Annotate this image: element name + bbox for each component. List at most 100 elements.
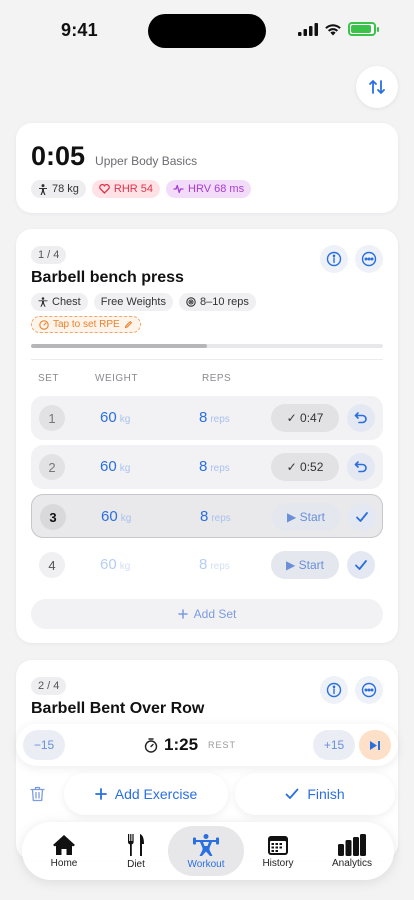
- undo-set-button[interactable]: [347, 404, 375, 432]
- set-row[interactable]: 2 60 kg 8 reps ✓ 0:52: [31, 445, 383, 489]
- tab-label: Analytics: [331, 857, 372, 869]
- exercise-more-button[interactable]: [355, 676, 383, 704]
- hrv-value: HRV 68 ms: [188, 183, 245, 195]
- column-header-weight: WEIGHT: [95, 373, 138, 384]
- rhr-chip[interactable]: RHR 54: [91, 180, 161, 198]
- column-header-reps: REPS: [202, 373, 232, 384]
- set-reps-value: 8: [199, 556, 208, 573]
- stopwatch-icon: [144, 737, 158, 753]
- set-weight[interactable]: 60 kg: [101, 508, 131, 525]
- set-reps[interactable]: 8 reps: [200, 508, 231, 525]
- exercise-info-button[interactable]: [320, 676, 348, 704]
- set-weight-unit: kg: [119, 414, 131, 425]
- complete-set-button[interactable]: [348, 503, 376, 531]
- skip-rest-button[interactable]: [359, 730, 391, 760]
- delete-workout-button[interactable]: [20, 777, 54, 811]
- exercise-more-button[interactable]: [355, 245, 383, 273]
- exercise-progress-bar: [31, 344, 383, 348]
- set-reps[interactable]: 8 reps: [199, 409, 230, 426]
- hrv-chip[interactable]: HRV 68 ms: [166, 180, 252, 198]
- battery-icon: [348, 22, 379, 36]
- exercise-progress-fill: [31, 344, 207, 348]
- set-weight-value: 60: [101, 508, 118, 525]
- heart-icon: [99, 184, 110, 194]
- tab-label: History: [262, 857, 294, 869]
- set-reps-value: 8: [199, 458, 208, 475]
- set-reps-unit: reps: [210, 414, 230, 425]
- rep-range-tag: 8–10 reps: [178, 293, 256, 311]
- workout-name: Upper Body Basics: [95, 154, 198, 168]
- status-bar: 9:41: [0, 0, 414, 56]
- rest-minus-button[interactable]: −15: [23, 730, 65, 760]
- ellipsis-circle-icon: [361, 682, 377, 698]
- pencil-icon: [124, 320, 132, 329]
- equipment-tag: Free Weights: [93, 293, 173, 311]
- skip-forward-icon: [370, 740, 380, 750]
- undo-set-button[interactable]: [347, 453, 375, 481]
- wifi-icon: [325, 23, 341, 35]
- body-weight-chip[interactable]: 78 kg: [31, 180, 86, 198]
- tab-label: Workout: [187, 858, 225, 870]
- checkmark-icon: [285, 788, 299, 799]
- column-header-set: SET: [38, 373, 59, 384]
- weightlifter-icon: [193, 833, 219, 856]
- tab-history[interactable]: History: [240, 826, 316, 876]
- add-set-button[interactable]: Add Set: [31, 599, 383, 629]
- ellipsis-circle-icon: [361, 251, 377, 267]
- add-set-label: Add Set: [193, 607, 237, 621]
- exercise-info-button[interactable]: [320, 245, 348, 273]
- set-weight-value: 60: [100, 409, 117, 426]
- signal-icon: [298, 22, 318, 36]
- dynamic-island: [148, 14, 266, 48]
- equipment-tag-label: Free Weights: [100, 296, 166, 308]
- set-reps-unit: reps: [210, 463, 230, 474]
- tab-analytics[interactable]: Analytics: [314, 826, 390, 876]
- finish-workout-button[interactable]: Finish: [235, 773, 395, 815]
- set-rest-time-pill[interactable]: ✓ 0:52: [271, 453, 339, 481]
- complete-set-button[interactable]: [347, 551, 375, 579]
- rhr-value: RHR 54: [113, 183, 154, 195]
- set-weight[interactable]: 60 kg: [100, 556, 130, 573]
- rpe-button[interactable]: Tap to set RPE: [31, 316, 141, 333]
- figure-icon: [38, 297, 48, 307]
- rest-time: 1:25: [164, 735, 199, 754]
- set-weight[interactable]: 60 kg: [100, 458, 130, 475]
- set-row-pending[interactable]: 4 60 kg 8 reps ▶ Start: [31, 543, 383, 587]
- set-reps[interactable]: 8 reps: [199, 556, 230, 573]
- bar-chart-icon: [338, 833, 366, 856]
- set-reps-unit: reps: [210, 561, 230, 572]
- elapsed-time: 0:05: [31, 141, 86, 171]
- undo-icon: [354, 461, 367, 473]
- set-number: 2: [39, 454, 65, 480]
- rest-timer-bar: −15 1:25 REST +15: [16, 724, 398, 766]
- info-icon: [326, 682, 342, 698]
- muscle-tag: Chest: [31, 293, 88, 311]
- start-set-button[interactable]: ▶ Start: [272, 503, 340, 531]
- start-set-button[interactable]: ▶ Start: [271, 551, 339, 579]
- add-exercise-button[interactable]: Add Exercise: [64, 773, 228, 815]
- muscle-tag-label: Chest: [52, 296, 81, 308]
- tab-home[interactable]: Home: [26, 826, 102, 876]
- set-number: 3: [40, 504, 66, 530]
- plus-icon: [177, 609, 188, 619]
- tab-label: Home: [50, 857, 78, 869]
- set-row-active[interactable]: 3 60 kg 8 reps ▶ Start: [31, 494, 383, 538]
- rpe-label: Tap to set RPE: [53, 319, 120, 330]
- rest-plus-button[interactable]: +15: [313, 730, 355, 760]
- set-row[interactable]: 1 60 kg 8 reps ✓ 0:47: [31, 396, 383, 440]
- add-exercise-label: Add Exercise: [114, 786, 198, 802]
- checkmark-icon: [356, 512, 368, 522]
- tab-diet[interactable]: Diet: [98, 826, 174, 876]
- set-rest-time-pill[interactable]: ✓ 0:47: [271, 404, 339, 432]
- tab-workout[interactable]: Workout: [168, 826, 244, 876]
- set-weight-value: 60: [100, 458, 117, 475]
- set-weight[interactable]: 60 kg: [100, 409, 130, 426]
- plus-icon: [94, 788, 107, 800]
- set-weight-value: 60: [100, 556, 117, 573]
- house-icon: [53, 834, 75, 855]
- tab-bar: Home Diet Workout History Analytics: [22, 822, 394, 880]
- set-weight-unit: kg: [120, 513, 132, 524]
- sort-button[interactable]: [356, 66, 398, 108]
- exercise-index-badge: 1 / 4: [31, 246, 67, 264]
- set-reps[interactable]: 8 reps: [199, 458, 230, 475]
